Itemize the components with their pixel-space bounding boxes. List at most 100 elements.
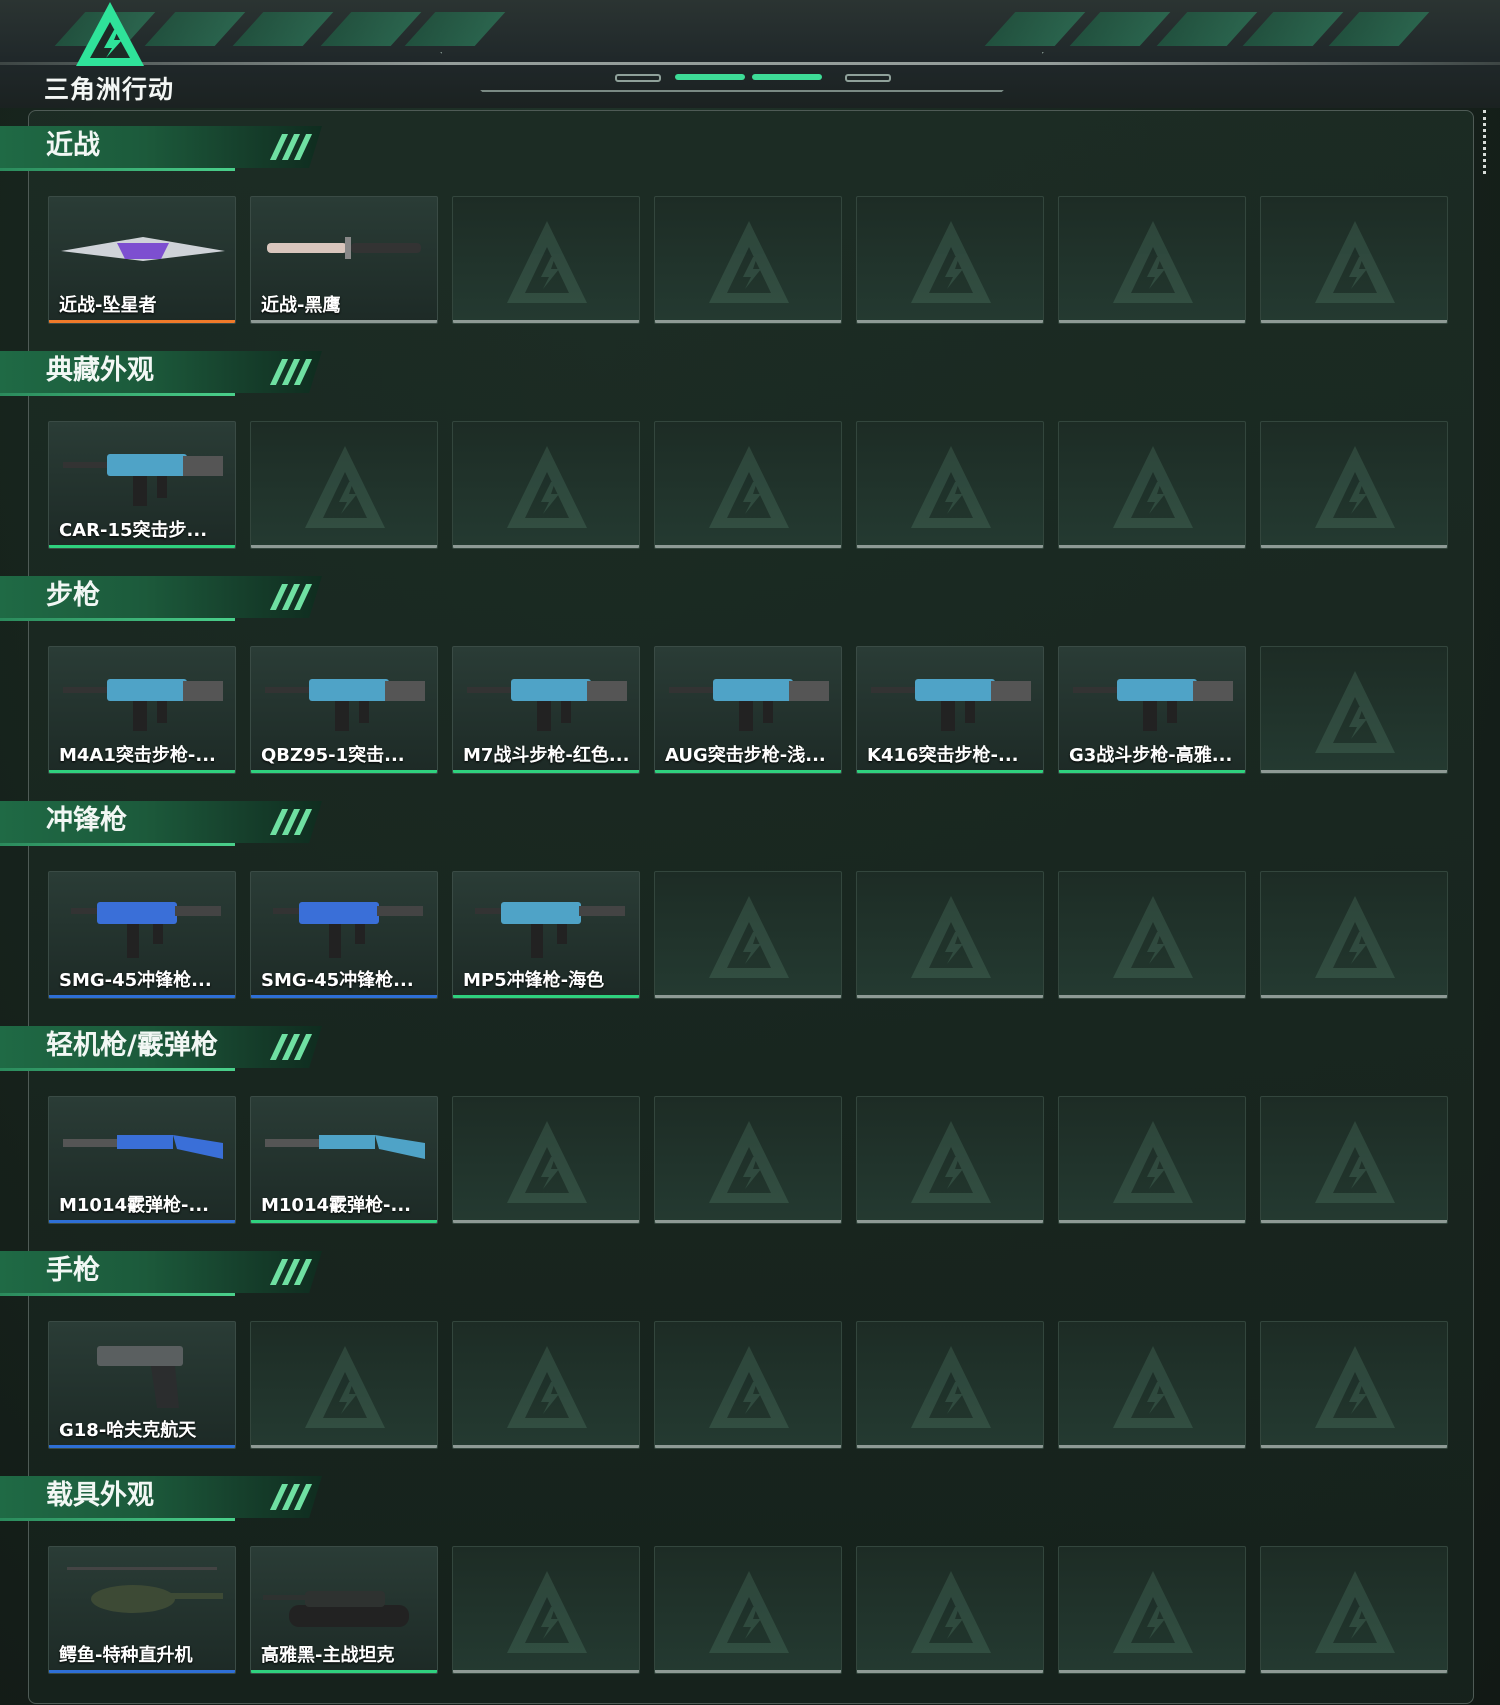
delta-watermark-icon [1113, 221, 1193, 303]
slot-bar [453, 1445, 639, 1448]
shotgun-icon [63, 1135, 223, 1159]
rarity-bar [453, 995, 639, 998]
empty-slot [1260, 1321, 1448, 1449]
delta-watermark-icon [1113, 896, 1193, 978]
category-section: 近战近战-坠星者 近战-黑鹰 [0, 120, 1500, 345]
item-name: 高雅黑-主战坦克 [261, 1645, 395, 1666]
category-section: 载具外观 鳄鱼-特种直升机 高雅黑-主战坦克 [0, 1470, 1500, 1695]
category-section: 手枪 G18-哈夫克航天 [0, 1245, 1500, 1470]
delta-watermark-icon [709, 1346, 789, 1428]
empty-slot [856, 1321, 1044, 1449]
delta-watermark-icon [305, 1346, 385, 1428]
delta-watermark-icon [709, 446, 789, 528]
rarity-bar [49, 770, 235, 773]
empty-slot [1058, 421, 1246, 549]
empty-slot [452, 1321, 640, 1449]
slot-bar [453, 320, 639, 323]
delta-watermark-icon [709, 221, 789, 303]
delta-watermark-icon [1315, 221, 1395, 303]
empty-slot [1260, 871, 1448, 999]
delta-watermark-icon [507, 1346, 587, 1428]
melee-blade-icon [61, 237, 225, 261]
section-title: 典藏外观 [46, 355, 154, 386]
empty-slot [250, 1321, 438, 1449]
item-card[interactable]: K416突击步枪-... [856, 646, 1044, 774]
delta-watermark-icon [1315, 1571, 1395, 1653]
slot-bar [857, 995, 1043, 998]
rifle-icon [871, 679, 1031, 731]
tank-icon [263, 1591, 409, 1627]
delta-watermark-icon [911, 1571, 991, 1653]
item-name: 鳄鱼-特种直升机 [59, 1645, 193, 1666]
item-name: G18-哈夫克航天 [59, 1420, 197, 1441]
rarity-bar [655, 770, 841, 773]
item-name: CAR-15突击步... [59, 520, 208, 541]
empty-slot [1260, 1546, 1448, 1674]
section-title: 冲锋枪 [46, 805, 127, 836]
slot-bar [655, 1445, 841, 1448]
rifle-icon [1073, 679, 1233, 731]
collection-page: 三角洲行动 近战 近战-坠星者 近战-黑鹰 典藏外观 CAR-15突击步... 步枪 M4A… [0, 0, 1500, 1705]
empty-slot [452, 1546, 640, 1674]
item-card[interactable]: 鳄鱼-特种直升机 [48, 1546, 236, 1674]
item-card[interactable]: M1014霰弹枪-... [48, 1096, 236, 1224]
rarity-bar [251, 1220, 437, 1223]
rarity-bar [49, 1670, 235, 1673]
empty-slot [1058, 1321, 1246, 1449]
slot-bar [453, 545, 639, 548]
item-card[interactable]: CAR-15突击步... [48, 421, 236, 549]
slot-bar [1261, 320, 1447, 323]
item-card[interactable]: M4A1突击步枪-... [48, 646, 236, 774]
delta-watermark-icon [709, 896, 789, 978]
delta-watermark-icon [911, 221, 991, 303]
section-header: 近战 [0, 120, 330, 176]
smg-icon [475, 902, 625, 958]
item-name: M4A1突击步枪-... [59, 745, 216, 766]
item-card[interactable]: M1014霰弹枪-... [250, 1096, 438, 1224]
rifle-icon [63, 454, 223, 506]
empty-slot [856, 421, 1044, 549]
delta-watermark-icon [1315, 896, 1395, 978]
item-card[interactable]: SMG-45冲锋枪... [250, 871, 438, 999]
item-card[interactable]: SMG-45冲锋枪... [48, 871, 236, 999]
item-name: SMG-45冲锋枪... [59, 970, 212, 991]
section-header: 手枪 [0, 1245, 330, 1301]
rarity-bar [49, 545, 235, 548]
slot-bar [857, 1670, 1043, 1673]
empty-slot [654, 421, 842, 549]
section-title: 近战 [46, 130, 100, 161]
item-card[interactable]: 近战-坠星者 [48, 196, 236, 324]
section-header: 典藏外观 [0, 345, 330, 401]
slot-bar [1059, 1670, 1245, 1673]
rifle-icon [669, 679, 829, 731]
delta-watermark-icon [709, 1571, 789, 1653]
item-name: M1014霰弹枪-... [261, 1195, 411, 1216]
section-header: 轻机枪/霰弹枪 [0, 1020, 330, 1076]
item-card[interactable]: MP5冲锋枪-海色 [452, 871, 640, 999]
pistol-icon [97, 1346, 183, 1408]
delta-watermark-icon [911, 446, 991, 528]
smg-icon [273, 902, 423, 958]
item-card[interactable]: QBZ95-1突击... [250, 646, 438, 774]
item-card[interactable]: G18-哈夫克航天 [48, 1321, 236, 1449]
item-card[interactable]: M7战斗步枪-红色... [452, 646, 640, 774]
item-name: K416突击步枪-... [867, 745, 1019, 766]
item-card[interactable]: AUG突击步枪-浅... [654, 646, 842, 774]
empty-slot [1058, 1096, 1246, 1224]
item-name: MP5冲锋枪-海色 [463, 970, 605, 991]
item-card[interactable]: 近战-黑鹰 [250, 196, 438, 324]
section-title: 步枪 [46, 580, 100, 611]
category-section: 步枪 M4A1突击步枪-... QBZ95-1突击... M7战斗步枪-红色... AU… [0, 570, 1500, 795]
delta-watermark-icon [1315, 1121, 1395, 1203]
item-card[interactable]: G3战斗步枪-高雅... [1058, 646, 1246, 774]
item-name: G3战斗步枪-高雅... [1069, 745, 1233, 766]
slot-bar [655, 1220, 841, 1223]
slot-bar [1261, 770, 1447, 773]
delta-watermark-icon [709, 1121, 789, 1203]
rarity-bar [49, 320, 235, 323]
item-card[interactable]: 高雅黑-主战坦克 [250, 1546, 438, 1674]
delta-watermark-icon [1315, 446, 1395, 528]
category-section: 轻机枪/霰弹枪 M1014霰弹枪-... M1014霰弹枪-... [0, 1020, 1500, 1245]
section-title: 手枪 [46, 1255, 100, 1286]
rarity-bar [49, 995, 235, 998]
